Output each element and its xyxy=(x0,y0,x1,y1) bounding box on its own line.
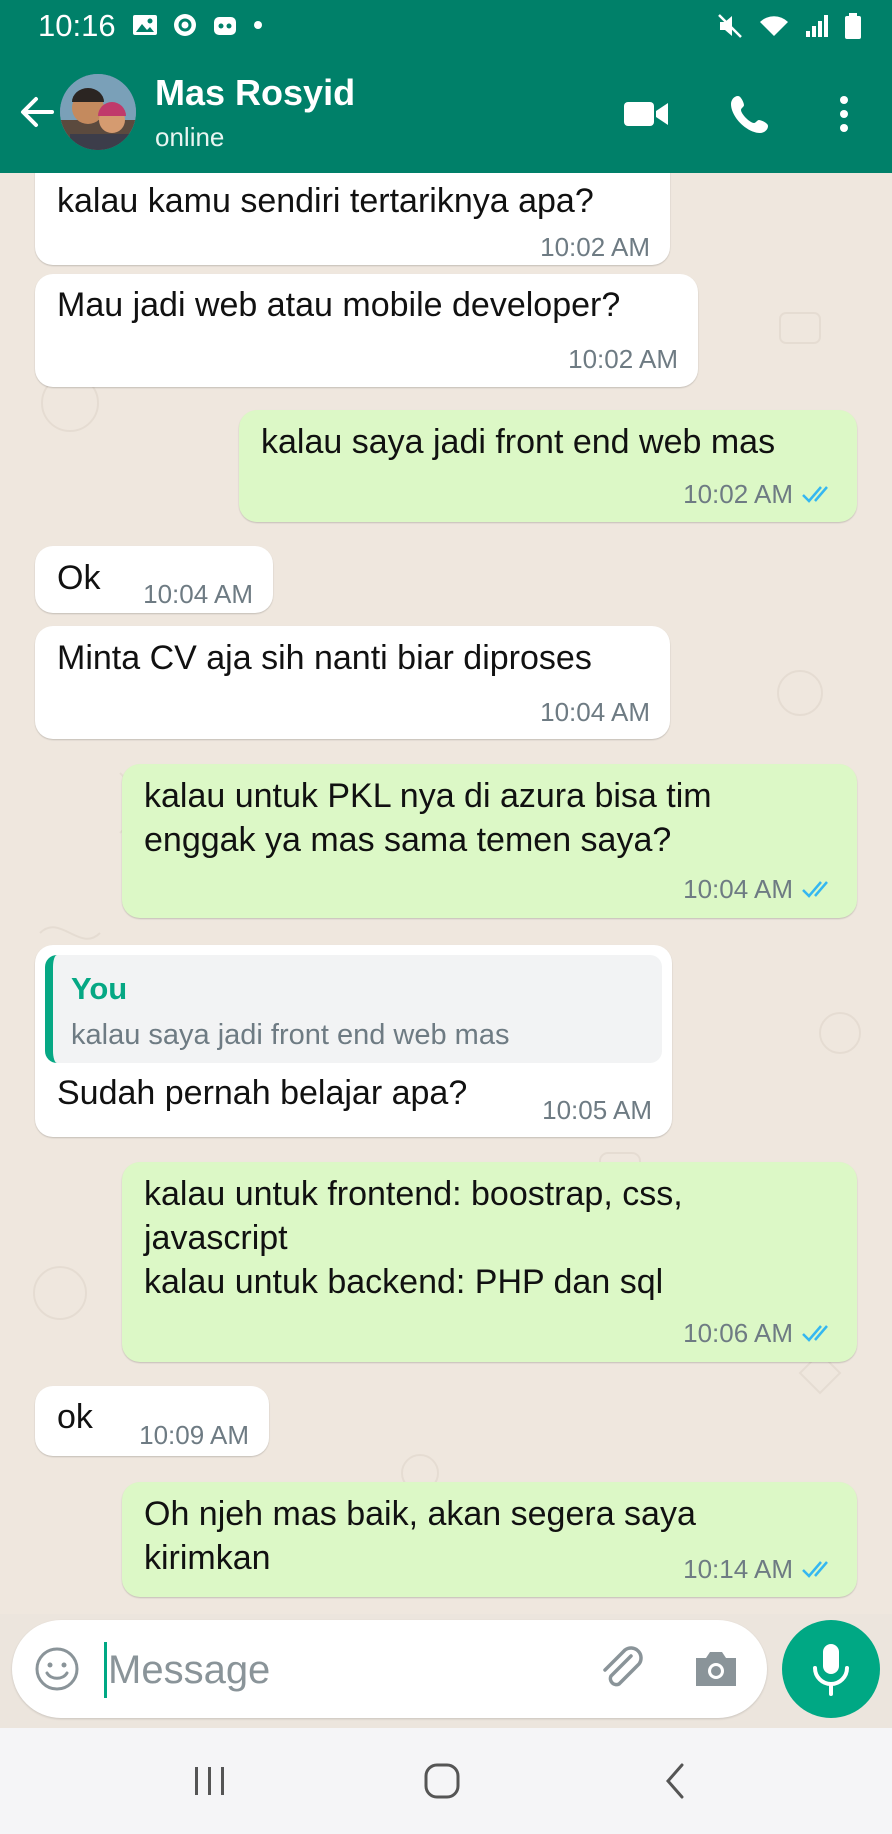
message-incoming-reply[interactable]: You kalau saya jadi front end web mas Su… xyxy=(35,945,672,1137)
wifi-icon xyxy=(760,16,788,36)
mute-icon xyxy=(718,14,742,38)
double-check-icon xyxy=(802,1561,828,1578)
video-call-icon[interactable] xyxy=(622,92,670,136)
message-text: Ok xyxy=(57,559,101,597)
text-cursor xyxy=(104,1642,107,1698)
voice-message-button[interactable] xyxy=(782,1620,880,1718)
chat-area[interactable]: kalau kamu sendiri tertariknya apa? 10:0… xyxy=(0,173,892,1614)
notification-icons xyxy=(132,12,264,38)
contact-avatar[interactable] xyxy=(60,74,136,150)
microphone-icon xyxy=(813,1644,849,1696)
message-time: 10:06 AM xyxy=(683,1318,793,1348)
gallery-icon xyxy=(133,15,157,35)
message-text: kalau saya jadi front end web mas xyxy=(261,423,776,461)
message-meta: 10:06 AM xyxy=(683,1311,837,1355)
signal-icon xyxy=(806,15,828,37)
message-text: Minta CV aja sih nanti biar diproses xyxy=(57,639,592,677)
message-time: 10:14 AM xyxy=(683,1554,793,1584)
message-text: kalau kamu sendiri tertariknya apa? xyxy=(57,182,594,220)
message-time: 10:04 AM xyxy=(143,579,253,609)
message-incoming[interactable]: ok 10:09 AM xyxy=(35,1386,269,1456)
message-time: 10:02 AM xyxy=(683,479,793,509)
message-time: 10:04 AM xyxy=(540,697,650,727)
message-text: kalau untuk frontend: boostrap, css, jav… xyxy=(144,1175,683,1301)
quoted-message[interactable]: You kalau saya jadi front end web mas xyxy=(45,955,662,1063)
back-arrow-icon[interactable] xyxy=(16,92,56,132)
message-incoming[interactable]: kalau kamu sendiri tertariknya apa? 10:0… xyxy=(35,173,670,265)
system-navigation-bar xyxy=(0,1728,892,1834)
contact-name[interactable]: Mas Rosyid xyxy=(155,72,355,114)
voice-call-icon[interactable] xyxy=(728,92,776,136)
app-notification-icon xyxy=(214,17,236,35)
message-outgoing[interactable]: Oh njeh mas baik, akan segera saya kirim… xyxy=(122,1482,857,1597)
message-outgoing[interactable]: kalau saya jadi front end web mas 10:02 … xyxy=(239,410,857,522)
contact-status: online xyxy=(155,122,225,152)
message-meta: 10:04 AM xyxy=(683,867,837,911)
message-time: 10:05 AM xyxy=(542,1095,652,1125)
message-text: Oh njeh mas baik, akan segera saya kirim… xyxy=(144,1495,696,1577)
message-meta: 10:02 AM xyxy=(683,472,837,516)
home-icon[interactable] xyxy=(422,1761,462,1801)
camera-icon[interactable] xyxy=(692,1646,740,1690)
message-time: 10:04 AM xyxy=(683,874,793,904)
message-composer[interactable]: Message xyxy=(12,1620,767,1718)
status-bar: 10:16 xyxy=(0,0,892,52)
quoted-author: You xyxy=(71,971,128,1006)
message-text: ok xyxy=(57,1398,93,1436)
double-check-icon xyxy=(802,1325,828,1342)
message-text: kalau untuk PKL nya di azura bisa tim en… xyxy=(144,777,712,859)
battery-icon xyxy=(845,13,861,39)
message-time: 10:02 AM xyxy=(540,232,650,262)
dot-icon xyxy=(254,21,262,29)
message-incoming[interactable]: Ok 10:04 AM xyxy=(35,546,273,613)
message-incoming[interactable]: Minta CV aja sih nanti biar diproses 10:… xyxy=(35,626,670,739)
emoji-icon[interactable] xyxy=(34,1646,80,1692)
double-check-icon xyxy=(802,486,828,503)
recent-apps-icon[interactable] xyxy=(190,1763,230,1799)
app-header: 10:16 Mas Rosyid online xyxy=(0,0,892,173)
sync-icon xyxy=(174,14,196,36)
system-icons xyxy=(716,12,862,40)
more-options-icon[interactable] xyxy=(820,92,868,136)
message-outgoing[interactable]: kalau untuk PKL nya di azura bisa tim en… xyxy=(122,764,857,918)
message-incoming[interactable]: Mau jadi web atau mobile developer? 10:0… xyxy=(35,274,698,387)
back-nav-icon[interactable] xyxy=(660,1761,690,1801)
message-input[interactable]: Message xyxy=(108,1648,270,1693)
message-time: 10:02 AM xyxy=(568,344,678,374)
message-text: Mau jadi web atau mobile developer? xyxy=(57,286,621,324)
message-text: Sudah pernah belajar apa? xyxy=(57,1074,468,1112)
message-outgoing[interactable]: kalau untuk frontend: boostrap, css, jav… xyxy=(122,1162,857,1362)
paperclip-icon[interactable] xyxy=(597,1646,647,1692)
status-time: 10:16 xyxy=(38,8,116,43)
message-meta: 10:14 AM xyxy=(683,1547,837,1591)
quoted-text: kalau saya jadi front end web mas xyxy=(71,1019,510,1051)
message-time: 10:09 AM xyxy=(139,1420,249,1450)
double-check-icon xyxy=(802,881,828,898)
